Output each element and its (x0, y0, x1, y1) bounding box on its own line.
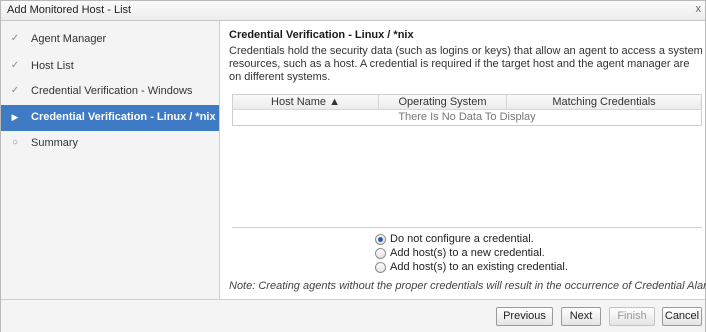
checkmark-icon: ✓ (10, 33, 20, 44)
checkmark-icon: ✓ (10, 85, 20, 96)
option-label: Do not configure a credential. (390, 233, 534, 245)
radio-button[interactable] (375, 248, 386, 259)
step-agent-manager[interactable]: ✓ Agent Manager (1, 27, 219, 53)
step-label: Credential Verification - Linux / *nix (31, 111, 216, 123)
option-label: Add host(s) to a new credential. (390, 247, 545, 259)
column-header-operating-system[interactable]: Operating System (379, 95, 507, 109)
add-monitored-host-dialog: Add Monitored Host - List x ✓ Agent Mana… (0, 0, 706, 332)
window-title: Add Monitored Host - List (7, 4, 132, 16)
step-credential-verification-linux[interactable]: ▶ Credential Verification - Linux / *nix (1, 105, 219, 131)
arrow-right-icon: ▶ (11, 112, 19, 122)
circle-icon: ○ (11, 137, 19, 148)
title-bar: Add Monitored Host - List x (1, 1, 705, 21)
step-label: Host List (31, 60, 74, 72)
column-header-host-name[interactable]: Host Name ▲ (233, 95, 379, 109)
hosts-table: Host Name ▲ Operating System Matching Cr… (232, 94, 702, 126)
radio-button-selected[interactable] (375, 234, 386, 245)
main-content: Credential Verification - Linux / *nix C… (220, 21, 706, 299)
previous-button[interactable]: Previous (496, 307, 553, 326)
divider (232, 227, 702, 228)
table-header: Host Name ▲ Operating System Matching Cr… (233, 95, 701, 110)
wizard-steps-sidebar: ✓ Agent Manager ✓ Host List ✓ Credential… (1, 21, 220, 299)
page-title: Credential Verification - Linux / *nix (229, 29, 414, 41)
step-label: Summary (31, 137, 79, 149)
step-credential-verification-windows[interactable]: ✓ Credential Verification - Windows (1, 79, 219, 105)
step-label: Agent Manager (31, 33, 107, 45)
checkmark-icon: ✓ (10, 60, 20, 71)
button-bar: Previous Next Finish Cancel (1, 299, 705, 332)
next-button[interactable]: Next (561, 307, 601, 326)
step-summary[interactable]: ○ Summary (1, 131, 219, 157)
close-icon[interactable]: x (696, 3, 702, 15)
finish-button[interactable]: Finish (609, 307, 655, 326)
credential-note: Note: Creating agents without the proper… (229, 280, 706, 292)
empty-table-message: There Is No Data To Display (398, 111, 536, 123)
step-host-list[interactable]: ✓ Host List (1, 54, 219, 80)
page-description: Credentials hold the security data (such… (229, 45, 703, 83)
radio-button[interactable] (375, 262, 386, 273)
option-label: Add host(s) to an existing credential. (390, 261, 568, 273)
step-label: Credential Verification - Windows (31, 85, 193, 97)
cancel-button[interactable]: Cancel (662, 307, 702, 326)
column-header-matching-credentials[interactable]: Matching Credentials (507, 95, 701, 109)
